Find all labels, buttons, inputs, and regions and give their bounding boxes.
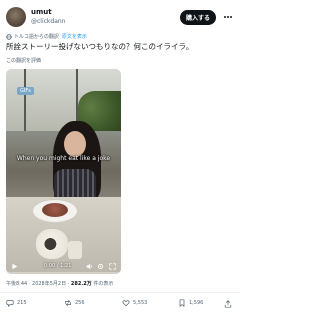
- post-meta: 午後8:44 · 2028年5月2日 · 282.2万 件の表示: [6, 280, 113, 287]
- like-count: 5,553: [133, 300, 148, 306]
- post-header: umut @clickdann 購入する: [6, 7, 234, 29]
- video-timecode: 0:00 / 1:21: [44, 263, 72, 269]
- translation-source-label: トルコ語からの翻訳: [14, 34, 59, 40]
- share-icon[interactable]: [224, 300, 232, 308]
- translation-notice: トルコ語からの翻訳 原文を表示: [6, 33, 87, 40]
- fullscreen-icon[interactable]: [109, 263, 116, 270]
- rate-translation-link[interactable]: この翻訳を評価: [6, 57, 41, 64]
- post-date[interactable]: 2028年5月2日: [32, 281, 66, 287]
- repost-count: 256: [75, 300, 85, 306]
- play-icon[interactable]: [11, 263, 18, 270]
- view-count: 282.2万: [70, 281, 92, 287]
- author-name[interactable]: umut: [31, 8, 52, 16]
- reply-button[interactable]: 215: [6, 299, 27, 307]
- video-caption: When you might eat like a joke: [16, 155, 111, 162]
- video-badge: GIFs: [17, 87, 34, 95]
- reply-count: 215: [17, 300, 27, 306]
- bookmark-button[interactable]: 1,596: [178, 299, 203, 307]
- view-count-label: 件の表示: [93, 281, 114, 287]
- post-time[interactable]: 午後8:44: [6, 281, 27, 287]
- subscribe-button[interactable]: 購入する: [180, 10, 216, 25]
- post-actions: 215 256 5,553 1,596: [6, 299, 234, 309]
- video-person-face: [64, 131, 86, 157]
- settings-icon[interactable]: [97, 263, 104, 270]
- video-player[interactable]: GIFs When you might eat like a joke 0:00…: [6, 69, 121, 274]
- show-original-link[interactable]: 原文を表示: [62, 33, 87, 40]
- repost-icon: [65, 299, 71, 307]
- video-cake: [36, 229, 68, 259]
- author-handle[interactable]: @clickdann: [31, 18, 66, 25]
- video-progress-bar[interactable]: [6, 272, 121, 274]
- video-progress-fill: [6, 272, 9, 274]
- post-text: 所詮ストーリー投げないつもりなの？何このイライラ。: [6, 42, 194, 51]
- heart-icon: [122, 300, 130, 307]
- video-cup: [68, 241, 82, 259]
- repost-button[interactable]: 256: [64, 299, 85, 307]
- reply-icon: [6, 300, 14, 307]
- bookmark-count: 1,596: [189, 300, 204, 306]
- bookmark-icon: [179, 299, 185, 307]
- video-food: [42, 203, 68, 217]
- globe-icon: [6, 33, 12, 40]
- like-button[interactable]: 5,553: [122, 299, 147, 307]
- avatar[interactable]: [6, 7, 26, 27]
- divider: [0, 292, 240, 293]
- more-icon[interactable]: [223, 12, 233, 22]
- volume-icon[interactable]: [86, 263, 93, 270]
